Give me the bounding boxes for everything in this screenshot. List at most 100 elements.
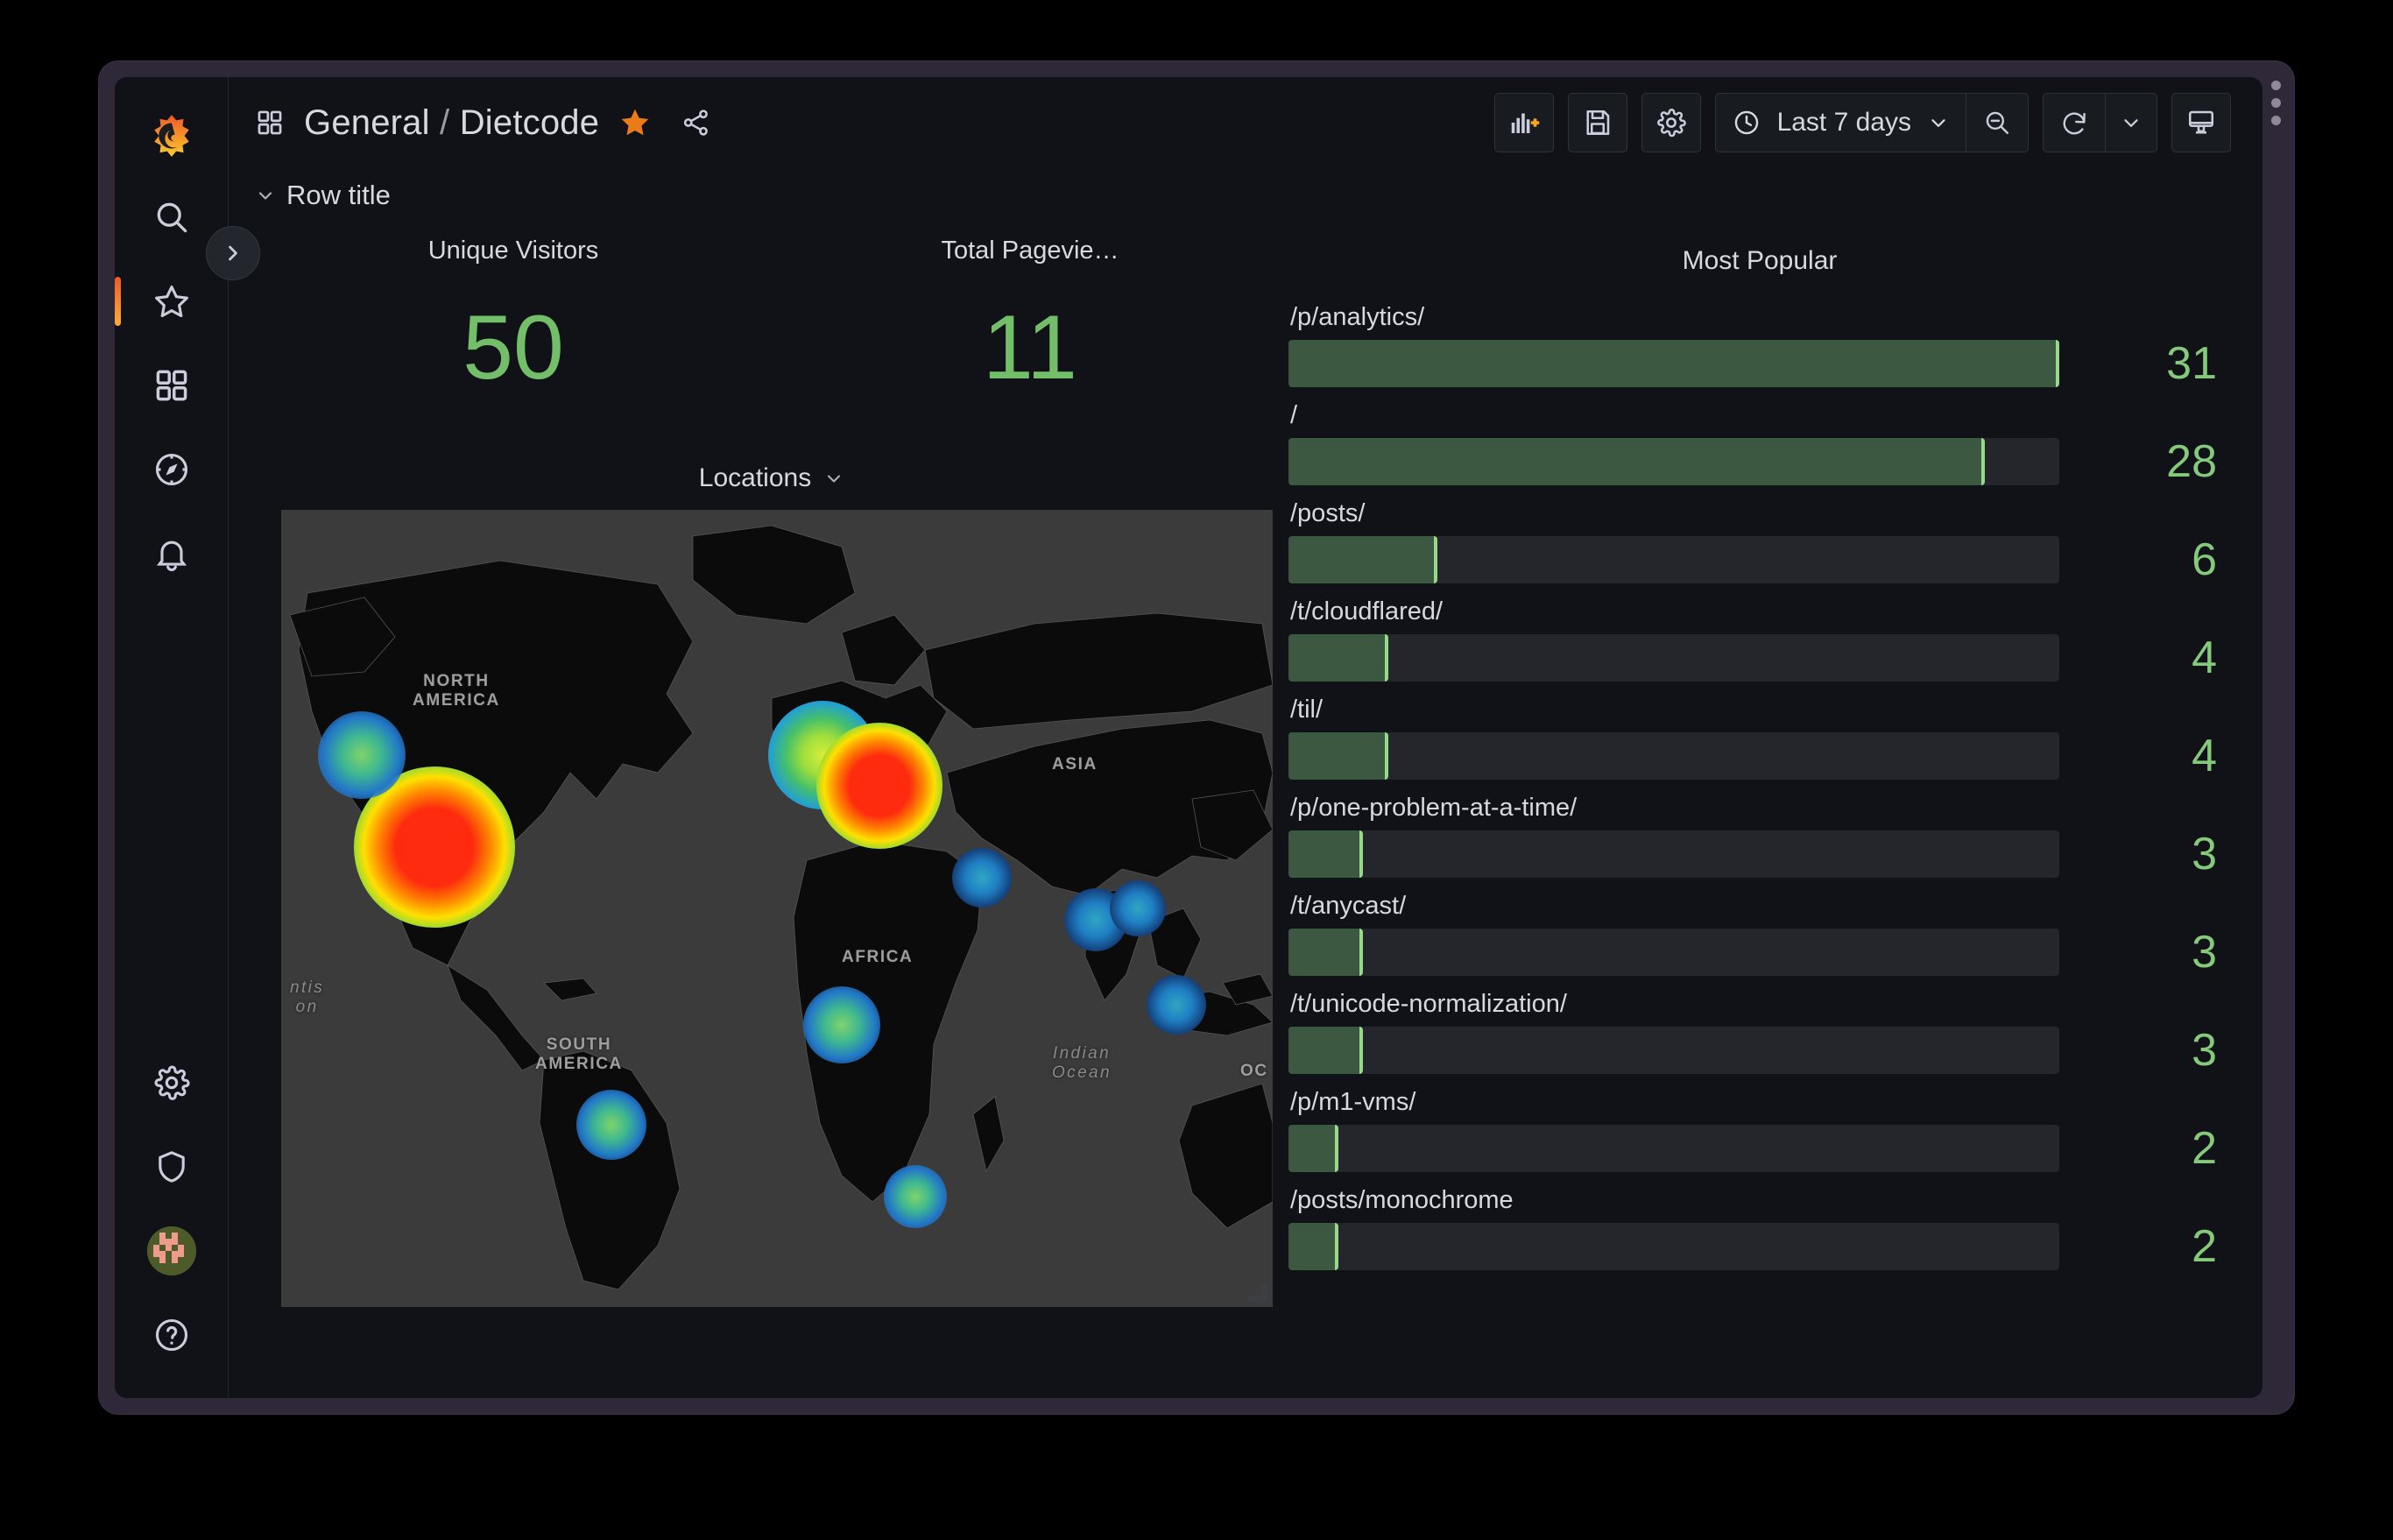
sidebar-item-dashboards[interactable] <box>115 343 229 427</box>
bar-label: /posts/monochrome <box>1290 1186 1514 1214</box>
chevron-down-icon <box>255 185 276 206</box>
bar-row[interactable]: /t/unicode-normalization/3 <box>1288 990 2231 1074</box>
add-panel-icon <box>1511 113 1539 133</box>
bell-icon <box>156 540 187 571</box>
shield-icon <box>158 1151 185 1183</box>
resize-handle-icon[interactable] <box>1248 1282 1267 1302</box>
time-range-picker[interactable]: Last 7 days <box>1716 94 1966 152</box>
bar-line: 6 <box>1288 536 2231 583</box>
sidebar-item-help[interactable] <box>115 1293 229 1377</box>
bar-value: 2 <box>2192 1123 2217 1174</box>
bar-row[interactable]: / 28 <box>1288 401 2231 485</box>
bar-line: 28 <box>1288 438 2231 485</box>
time-range-label: Last 7 days <box>1776 108 1911 137</box>
bar-track <box>1288 1223 2059 1270</box>
chevron-down-icon <box>1927 111 1950 134</box>
share-nodes-icon[interactable] <box>680 107 711 138</box>
main-area: General / Dietcode Last 7 days Row title… <box>229 77 2262 1398</box>
kiosk-mode-button[interactable] <box>2171 93 2231 152</box>
most-popular-bar-chart[interactable]: /p/analytics/31 / 28/posts/6/t/cloudflared… <box>1288 303 2231 1270</box>
dashboard-grid-icon <box>255 108 285 138</box>
bar-row[interactable]: /t/anycast/3 <box>1288 892 2231 976</box>
stat-value: 50 <box>462 297 564 399</box>
bar-row[interactable]: /p/one-problem-at-a-time/3 <box>1288 794 2231 878</box>
bar-value: 31 <box>2166 338 2217 389</box>
bar-fill <box>1288 830 1364 878</box>
bar-label: /t/unicode-normalization/ <box>1290 990 1567 1018</box>
bar-line: 3 <box>1288 929 2231 976</box>
bar-row[interactable]: /posts/monochrome 2 <box>1288 1186 2231 1270</box>
gear-icon <box>154 1065 190 1100</box>
chevron-down-icon <box>2124 119 2138 127</box>
breadcrumb-separator: / <box>440 102 450 142</box>
refresh-group <box>2043 93 2157 152</box>
dashboard-settings-button[interactable] <box>1641 93 1701 152</box>
zoom-out-button[interactable] <box>1966 94 2028 152</box>
bar-track <box>1288 1125 2059 1172</box>
stat-panel-unique-visitors[interactable]: Unique Visitors 50 <box>255 223 772 442</box>
bar-track <box>1288 536 2059 583</box>
bar-label: /t/anycast/ <box>1290 892 1407 920</box>
save-dashboard-button[interactable] <box>1567 93 1627 152</box>
bar-row[interactable]: /p/m1-vms/2 <box>1288 1088 2231 1172</box>
breadcrumb-folder[interactable]: General <box>304 103 430 142</box>
apps-grid-icon <box>156 370 187 401</box>
bar-row[interactable]: /t/cloudflared/4 <box>1288 597 2231 682</box>
sidebar-item-server-admin[interactable] <box>115 1125 229 1209</box>
grafana-logo-icon[interactable] <box>149 96 194 175</box>
breadcrumb: General / Dietcode <box>255 103 711 143</box>
geomap-panel-header[interactable]: Locations <box>255 454 1288 503</box>
avatar <box>146 1226 196 1275</box>
bar-track <box>1288 438 2059 485</box>
bar-fill <box>1288 1223 1338 1270</box>
geomap-canvas[interactable]: NORTH AMERICA SOUTH AMERICA AFRICA ASIA OC In… <box>281 510 1273 1307</box>
bar-label: /p/analytics/ <box>1290 303 1425 331</box>
dashboard-row-header[interactable]: Row title <box>255 168 2231 223</box>
dashboard-content: Row title Unique Visitors 50 Total Pagev… <box>229 168 2262 1398</box>
question-circle-icon <box>155 1318 187 1352</box>
bar-value: 3 <box>2192 927 2217 978</box>
bar-label: /p/m1-vms/ <box>1290 1088 1416 1116</box>
stat-panels-row: Unique Visitors 50 Total Pagevie… 11 <box>255 223 1288 442</box>
browser-window-frame: General / Dietcode Last 7 days Row title… <box>99 61 2294 1414</box>
bar-track <box>1288 340 2059 387</box>
star-filled-icon[interactable] <box>618 106 652 139</box>
refresh-button[interactable] <box>2044 94 2105 152</box>
refresh-interval-dropdown[interactable] <box>2105 94 2157 152</box>
bar-label: /p/one-problem-at-a-time/ <box>1290 794 1578 822</box>
bar-row[interactable]: /p/analytics/31 <box>1288 303 2231 387</box>
bar-value: 28 <box>2166 436 2217 487</box>
bar-track <box>1288 830 2059 878</box>
bar-label: /t/cloudflared/ <box>1290 597 1444 625</box>
sidebar-expand-toggle[interactable] <box>206 226 260 280</box>
breadcrumb-dashboard[interactable]: Dietcode <box>460 103 599 142</box>
compass-icon <box>155 453 187 486</box>
add-panel-button[interactable] <box>1493 93 1554 152</box>
row-title: Row title <box>286 180 391 210</box>
sidebar-item-configuration[interactable] <box>115 1041 229 1125</box>
sidebar-item-alerting[interactable] <box>115 512 229 596</box>
bar-row[interactable]: /til/4 <box>1288 696 2231 780</box>
chevron-down-icon[interactable] <box>823 468 844 489</box>
sidebar-item-starred[interactable] <box>115 259 229 343</box>
sidebar-item-explore[interactable] <box>115 427 229 512</box>
kebab-dot <box>2270 98 2281 108</box>
bar-line: 2 <box>1288 1125 2231 1172</box>
window-kebab-menu-icon[interactable] <box>2266 81 2285 125</box>
sidebar-item-user-profile[interactable] <box>115 1209 229 1293</box>
right-column: Most Popular /p/analytics/31/28/posts/6/… <box>1288 223 2231 1307</box>
stat-panel-total-pageviews[interactable]: Total Pagevie… 11 <box>772 223 1288 442</box>
panel-title: Locations <box>698 463 812 492</box>
bar-line: 3 <box>1288 1027 2231 1074</box>
stat-title: Unique Visitors <box>427 237 599 265</box>
breadcrumb-text: General / Dietcode <box>304 103 599 143</box>
search-icon <box>157 202 187 233</box>
world-basemap <box>281 510 1273 1307</box>
bar-fill <box>1288 732 1388 780</box>
stat-title: Total Pagevie… <box>941 237 1119 265</box>
bar-value: 3 <box>2192 1025 2217 1076</box>
bar-label: / <box>1290 401 1298 429</box>
bar-row[interactable]: /posts/6 <box>1288 499 2231 583</box>
bar-fill <box>1288 1125 1338 1172</box>
bar-track <box>1288 732 2059 780</box>
